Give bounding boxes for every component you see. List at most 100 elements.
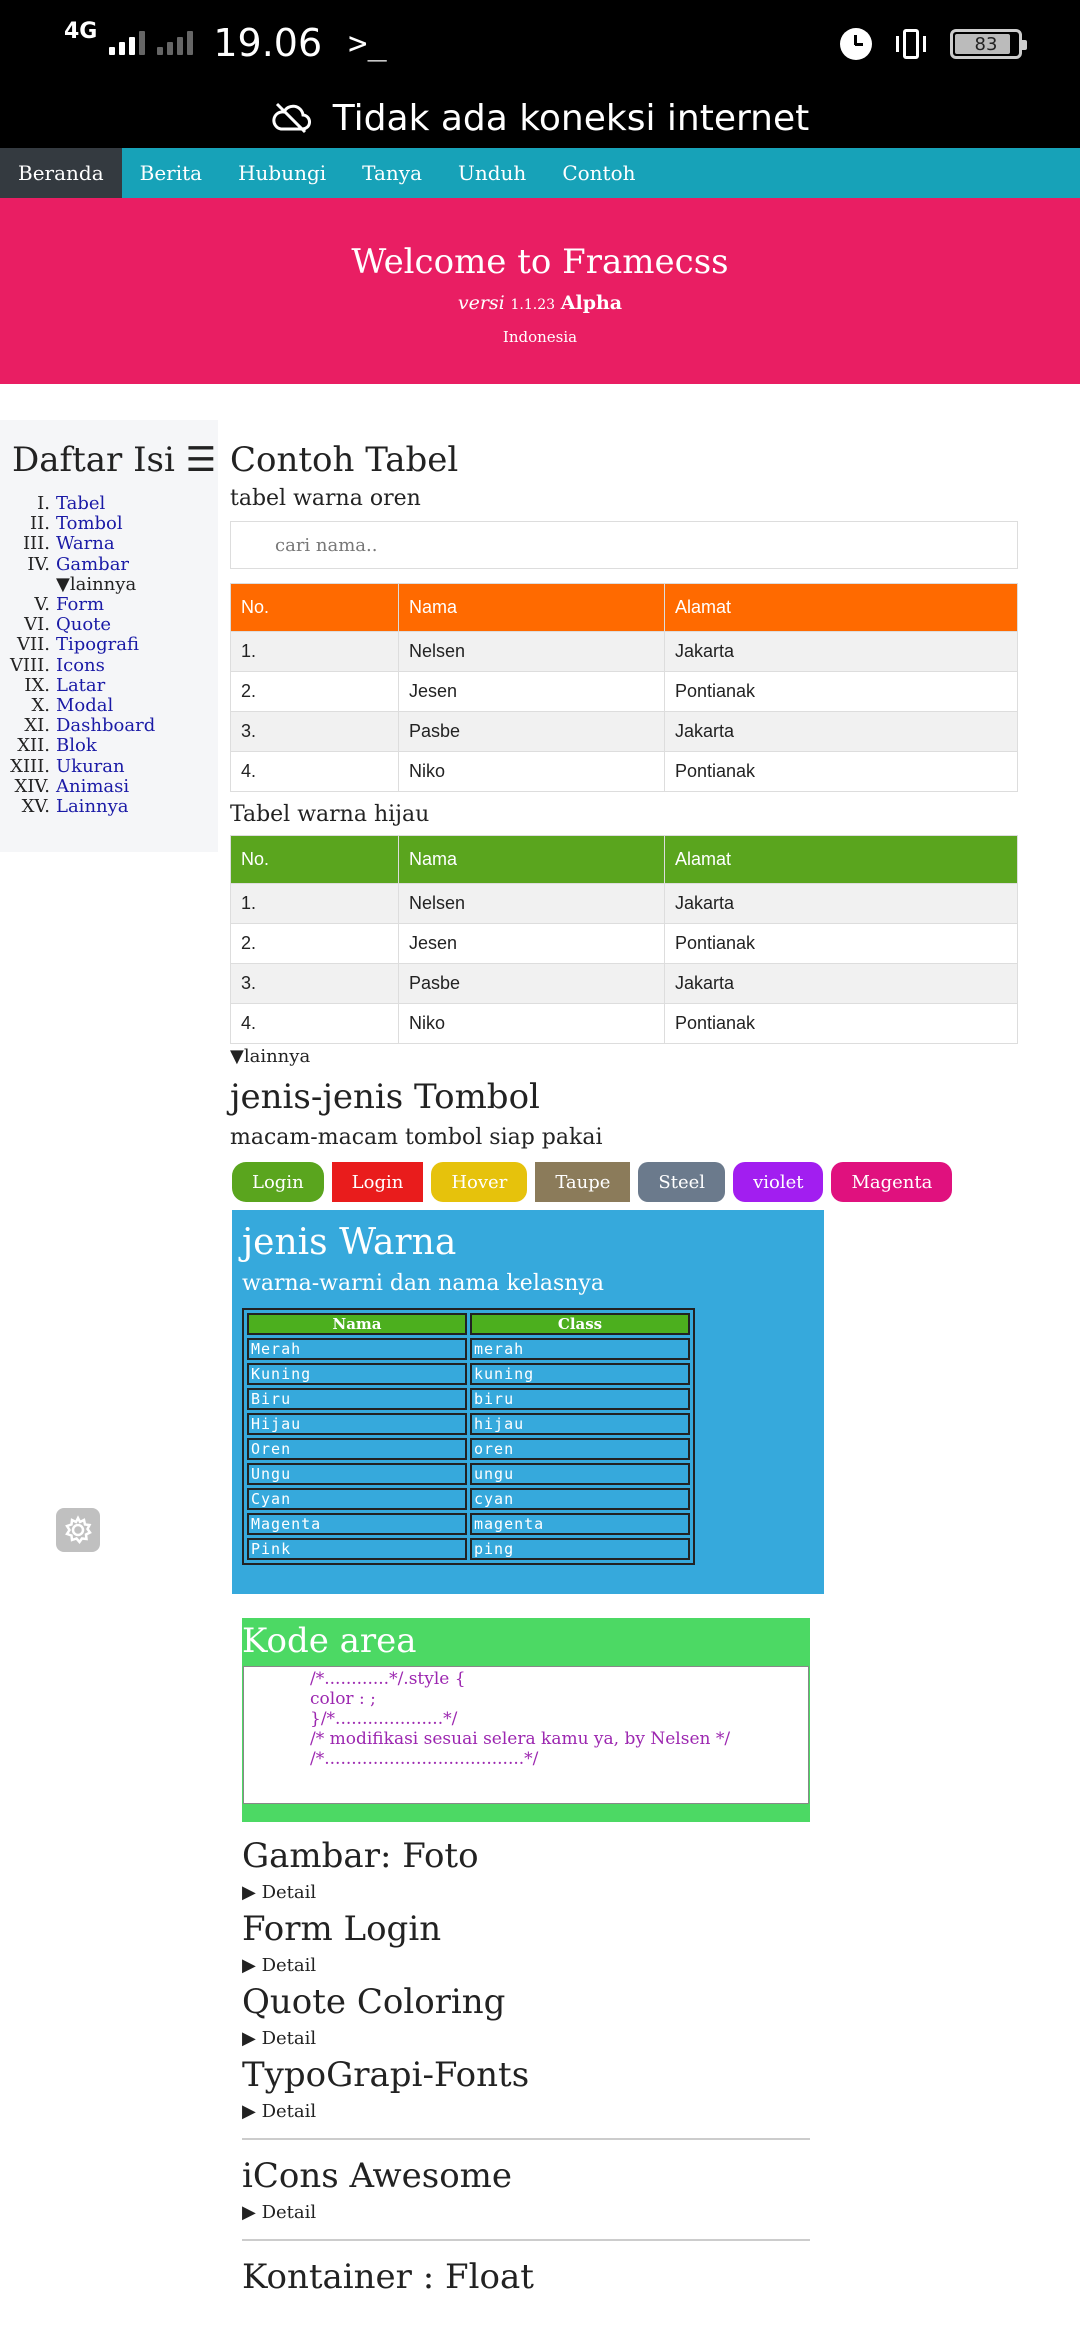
table-row: 4. Niko Pontianak [230, 1003, 1018, 1044]
detail-toggle[interactable]: ▶ Detail [242, 2028, 1020, 2049]
toc-sub-toggle[interactable]: ▼lainnya [0, 574, 218, 595]
cell: Jesen [398, 671, 665, 712]
magenta-button[interactable]: Magenta [831, 1162, 953, 1202]
toc-link[interactable]: Warna [56, 534, 115, 554]
steel-button[interactable]: Steel [638, 1162, 726, 1202]
version-number: 1.1.23 [510, 297, 556, 313]
nav-tanya[interactable]: Tanya [344, 148, 440, 198]
table-row: Ungu ungu [247, 1463, 690, 1485]
table-header-row: Nama Class [247, 1313, 690, 1335]
section-gambar: Gambar: Foto ▶ Detail [242, 1836, 1020, 1903]
cell: 4. [230, 751, 399, 792]
table-row: 2. Jesen Pontianak [230, 671, 1018, 712]
toc-link[interactable]: Tabel [56, 493, 105, 514]
toc-link[interactable]: Lainnya [56, 796, 129, 817]
toc-num: X. [31, 695, 50, 717]
toc-link[interactable]: Modal [56, 695, 113, 716]
cell: ungu [470, 1463, 690, 1485]
toc-link[interactable]: Icons [56, 655, 105, 676]
clock: 19.06 [213, 21, 323, 65]
nav-beranda[interactable]: Beranda [0, 148, 122, 198]
toc-item[interactable]: XIV. Animasi [0, 776, 218, 797]
table-row: Biru biru [247, 1388, 690, 1410]
toc-link[interactable]: Gambar [56, 554, 129, 575]
toc-item[interactable]: IX. Latar [0, 675, 218, 696]
toc-link[interactable]: Latar [56, 675, 105, 696]
toc-item[interactable]: II. Tombol [0, 514, 218, 534]
toc-item[interactable]: XV. Lainnya [0, 796, 218, 818]
toc-item[interactable]: VI. Quote [0, 615, 218, 635]
settings-button[interactable] [56, 1508, 100, 1552]
nav-hubungi[interactable]: Hubungi [220, 148, 344, 198]
signal-icon-secondary [157, 31, 194, 55]
toc-link[interactable]: Animasi [56, 776, 129, 797]
toc-item[interactable]: XII. Blok [0, 736, 218, 756]
cell: hijau [470, 1413, 690, 1435]
cell: Biru [247, 1388, 467, 1410]
toc-item[interactable]: IV. Gambar [0, 554, 218, 575]
warna-panel: jenis Warna warna-warni dan nama kelasny… [232, 1210, 824, 1594]
toc-sub-label[interactable]: ▼lainnya [0, 574, 136, 595]
sidebar: Daftar Isi ☰ I. Tabel II. Tombol III. Warna… [0, 420, 218, 852]
toc-link[interactable]: Dashboard [56, 716, 155, 736]
alarm-icon [840, 28, 872, 60]
nav-berita[interactable]: Berita [122, 148, 220, 198]
cell: Pasbe [398, 711, 665, 752]
hero-banner: Welcome to Framecss versi 1.1.23 Alpha I… [0, 198, 1080, 384]
table-green: No. Nama Alamat 1. Nelsen Jakarta 2. Jesen P… [230, 835, 1018, 1044]
toc-num: XV. [21, 796, 50, 818]
button-row: Login Login Hover Taupe Steel violet Mag… [230, 1162, 1020, 1202]
detail-toggle[interactable]: ▶ Detail [242, 1882, 1020, 1903]
toc-link[interactable]: Tipografi [56, 635, 139, 655]
toc-item[interactable]: XIII. Ukuran [0, 756, 218, 777]
toc-item[interactable]: V. Form [0, 594, 218, 616]
code-line: color : ; [310, 1689, 376, 1709]
hero-title: Welcome to Framecss [351, 242, 729, 282]
detail-toggle[interactable]: ▶ Detail [242, 2202, 1020, 2223]
nav-unduh[interactable]: Unduh [440, 148, 544, 198]
main-content: Contoh Tabel tabel warna oren cari nama.… [230, 420, 1020, 2297]
sidebar-title[interactable]: Daftar Isi ☰ [12, 440, 218, 480]
cell: 1. [230, 631, 399, 672]
toc-num: XI. [24, 715, 50, 737]
hero-version: versi 1.1.23 Alpha [0, 292, 1080, 314]
toc-link[interactable]: Form [56, 594, 104, 615]
cell: 3. [230, 711, 399, 752]
toc-link[interactable]: Ukuran [56, 756, 125, 777]
cell: Jakarta [664, 883, 1018, 924]
section-title: Quote Coloring [242, 1982, 506, 2022]
top-nav: Beranda Berita Hubungi Tanya Unduh Conto… [0, 148, 1080, 198]
divider [242, 2239, 810, 2241]
toc-link[interactable]: Tombol [56, 514, 123, 534]
toc-link[interactable]: Blok [56, 736, 97, 756]
toc-item[interactable]: I. Tabel [0, 493, 218, 514]
battery-icon: 83 [950, 29, 1027, 59]
toc-num: V. [34, 594, 50, 616]
cell: Jakarta [664, 631, 1018, 672]
cell: Hijau [247, 1413, 467, 1435]
col-header: No. [230, 835, 399, 884]
hover-button[interactable]: Hover [431, 1162, 528, 1202]
toc-link[interactable]: Quote [56, 615, 111, 635]
search-input[interactable]: cari nama.. [230, 521, 1018, 569]
toc-item[interactable]: VII. Tipografi [0, 635, 218, 655]
cell: 2. [230, 923, 399, 964]
toc-item[interactable]: VIII. Icons [0, 655, 218, 676]
violet-button[interactable]: violet [733, 1162, 824, 1202]
kode-footer [242, 1804, 810, 1822]
lainnya-toggle[interactable]: ▼lainnya [230, 1046, 1020, 1067]
detail-toggle[interactable]: ▶ Detail [242, 1955, 1020, 1976]
login-button-green[interactable]: Login [232, 1162, 324, 1202]
tabel-hijau-label: Tabel warna hijau [230, 802, 430, 827]
cell: Pontianak [664, 923, 1018, 964]
login-button-red[interactable]: Login [331, 1162, 424, 1202]
cell: Jakarta [664, 963, 1018, 1004]
detail-toggle[interactable]: ▶ Detail [242, 2101, 1020, 2122]
toc-list: I. Tabel II. Tombol III. Warna IV. Gambar ▼l… [0, 493, 218, 818]
toc-item[interactable]: XI. Dashboard [0, 716, 218, 736]
nav-contoh[interactable]: Contoh [544, 148, 653, 198]
toc-item[interactable]: III. Warna [0, 534, 218, 554]
taupe-button[interactable]: Taupe [535, 1162, 631, 1202]
toc-item[interactable]: X. Modal [0, 695, 218, 717]
code-block[interactable]: /*............*/.style { color : ; }/*..… [243, 1666, 809, 1804]
